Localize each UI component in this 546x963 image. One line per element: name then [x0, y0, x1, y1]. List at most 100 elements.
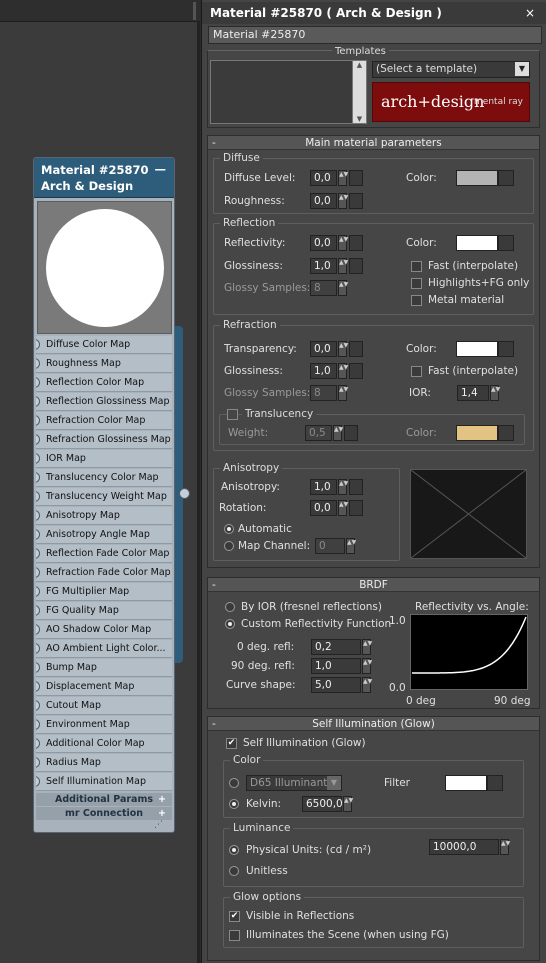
- spinner-arrows[interactable]: ▲▼: [338, 479, 348, 495]
- illuminates-scene-checkbox[interactable]: [229, 930, 240, 941]
- node-slot[interactable]: Bump Map: [36, 659, 172, 677]
- node-slot[interactable]: Reflection Glossiness Map: [36, 393, 172, 411]
- refr-fast-checkbox[interactable]: [411, 366, 422, 377]
- spinner-arrows[interactable]: ▲▼: [338, 363, 348, 379]
- slot-input-socket[interactable]: [36, 757, 40, 768]
- spinner-arrows[interactable]: ▲▼: [362, 658, 372, 674]
- node-slot[interactable]: Additional Color Map: [36, 735, 172, 753]
- spinner-arrows[interactable]: ▲▼: [346, 538, 356, 554]
- spinner-arrows[interactable]: ▲▼: [338, 170, 348, 186]
- node-slot[interactable]: Anisotropy Angle Map: [36, 526, 172, 544]
- spinner-arrows[interactable]: ▲▼: [338, 500, 348, 516]
- d65-illuminant-select[interactable]: D65 Illuminant (Refer▼: [246, 775, 342, 791]
- slot-input-socket[interactable]: [36, 472, 40, 483]
- brdf-header[interactable]: - BRDF: [208, 578, 539, 592]
- metal-material-checkbox[interactable]: [411, 295, 422, 306]
- slot-input-socket[interactable]: [36, 586, 40, 597]
- kelvin-radio[interactable]: [229, 799, 239, 809]
- node-slot[interactable]: AO Shadow Color Map: [36, 621, 172, 639]
- reflection-samples-spinner[interactable]: 8: [310, 280, 337, 296]
- slot-input-socket[interactable]: [36, 719, 40, 730]
- refraction-glossiness-spinner[interactable]: 1,0: [310, 363, 337, 379]
- spinner-arrows[interactable]: ▲▼: [338, 193, 348, 209]
- spinner-arrows[interactable]: ▲▼: [343, 796, 353, 812]
- anisotropy-spinner[interactable]: 1,0: [310, 479, 337, 495]
- node-header[interactable]: Material #25870 Arch & Design —: [34, 158, 174, 198]
- node-slot[interactable]: AO Ambient Light Color...: [36, 640, 172, 658]
- slot-input-socket[interactable]: [36, 339, 40, 350]
- node-slot[interactable]: Self Illumination Map: [36, 773, 172, 791]
- spinner-arrows[interactable]: ▲▼: [362, 639, 372, 655]
- material-node[interactable]: Material #25870 Arch & Design — Addition…: [33, 157, 175, 833]
- spinner-arrows[interactable]: ▲▼: [338, 280, 348, 296]
- spinner-arrows[interactable]: ▲▼: [338, 258, 348, 274]
- template-select[interactable]: (Select a template) ▼: [372, 61, 530, 78]
- ior-spinner[interactable]: 1,4: [457, 385, 489, 401]
- unitless-radio[interactable]: [229, 866, 239, 876]
- slot-input-socket[interactable]: [36, 643, 40, 654]
- slot-input-socket[interactable]: [36, 415, 40, 426]
- slot-input-socket[interactable]: [36, 738, 40, 749]
- close-icon[interactable]: ×: [525, 2, 535, 24]
- spinner-arrows[interactable]: ▲▼: [500, 839, 510, 855]
- node-slot[interactable]: FG Multiplier Map: [36, 583, 172, 601]
- refl-fast-checkbox[interactable]: [411, 261, 422, 272]
- translucency-weight-spinner[interactable]: 0,5: [305, 425, 332, 441]
- slot-input-socket[interactable]: [36, 491, 40, 502]
- node-slot[interactable]: Displacement Map: [36, 678, 172, 696]
- node-slot[interactable]: Refraction Glossiness Map: [36, 431, 172, 449]
- slot-input-socket[interactable]: [36, 396, 40, 407]
- translucency-checkbox[interactable]: [227, 409, 238, 420]
- node-slot[interactable]: Reflection Color Map: [36, 374, 172, 392]
- node-slot[interactable]: Anisotropy Map: [36, 507, 172, 525]
- spinner-arrows[interactable]: ▲▼: [338, 235, 348, 251]
- refraction-samples-spinner[interactable]: 8: [310, 385, 337, 401]
- slot-input-socket[interactable]: [36, 358, 40, 369]
- ninety-deg-refl-spinner[interactable]: 1,0: [311, 658, 361, 674]
- template-list-scrollbar[interactable]: ▲ ▼: [352, 61, 366, 123]
- rotation-spinner[interactable]: 0,0: [310, 500, 337, 516]
- highlights-fg-checkbox[interactable]: [411, 278, 422, 289]
- node-slot[interactable]: Reflection Fade Color Map: [36, 545, 172, 563]
- refraction-color-swatch[interactable]: [456, 341, 498, 357]
- spinner-arrows[interactable]: ▲▼: [362, 677, 372, 693]
- physical-units-radio[interactable]: [229, 845, 239, 855]
- transparency-spinner[interactable]: 0,0: [310, 341, 337, 357]
- slot-input-socket[interactable]: [36, 662, 40, 673]
- slot-input-socket[interactable]: [36, 377, 40, 388]
- slot-input-socket[interactable]: [36, 605, 40, 616]
- node-slot[interactable]: Refraction Color Map: [36, 412, 172, 430]
- roughness-spinner[interactable]: 0,0: [310, 193, 337, 209]
- spinner-arrows[interactable]: ▲▼: [490, 385, 500, 401]
- d65-radio[interactable]: [229, 778, 239, 788]
- translucency-color-swatch[interactable]: [456, 425, 498, 441]
- node-slot[interactable]: Environment Map: [36, 716, 172, 734]
- spinner-arrows[interactable]: ▲▼: [333, 425, 343, 441]
- slot-input-socket[interactable]: [36, 529, 40, 540]
- slot-input-socket[interactable]: [36, 624, 40, 635]
- zero-deg-refl-spinner[interactable]: 0,2: [311, 639, 361, 655]
- node-slot[interactable]: IOR Map: [36, 450, 172, 468]
- node-slot[interactable]: Translucency Color Map: [36, 469, 172, 487]
- filter-color-swatch[interactable]: [445, 775, 487, 791]
- map-channel-spinner[interactable]: 0: [315, 538, 345, 554]
- slot-input-socket[interactable]: [36, 510, 40, 521]
- reflection-glossiness-spinner[interactable]: 1,0: [310, 258, 337, 274]
- splitter[interactable]: [193, 2, 196, 20]
- automatic-radio[interactable]: [224, 524, 234, 534]
- slot-input-socket[interactable]: [36, 548, 40, 559]
- diffuse-level-spinner[interactable]: 0,0: [310, 170, 337, 186]
- node-slot[interactable]: Diffuse Color Map: [36, 336, 172, 354]
- spinner-arrows[interactable]: ▲▼: [338, 385, 348, 401]
- slot-input-socket[interactable]: [36, 776, 40, 787]
- node-slot[interactable]: Roughness Map: [36, 355, 172, 373]
- self-illumination-header[interactable]: - Self Illumination (Glow): [208, 717, 539, 731]
- main-params-header[interactable]: - Main material parameters: [208, 136, 539, 150]
- node-slot[interactable]: Cutout Map: [36, 697, 172, 715]
- reflection-color-swatch[interactable]: [456, 235, 498, 251]
- node-output-socket[interactable]: [179, 488, 190, 499]
- slot-input-socket[interactable]: [36, 453, 40, 464]
- node-slot[interactable]: Radius Map: [36, 754, 172, 772]
- by-ior-radio[interactable]: [225, 602, 235, 612]
- canvas-scrollbar[interactable]: [197, 22, 200, 963]
